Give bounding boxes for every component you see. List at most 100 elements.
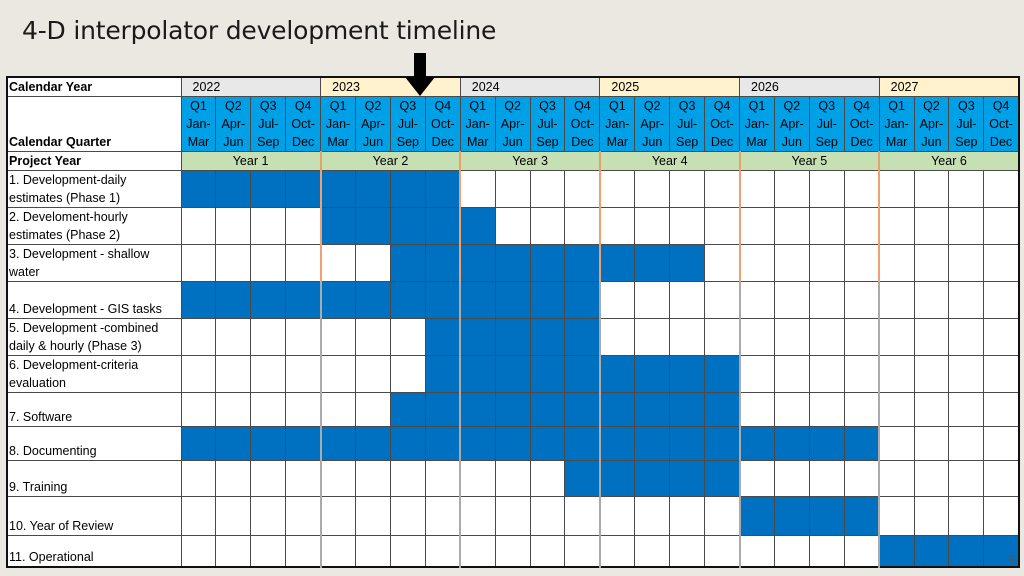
quarter-text: Q3 bbox=[958, 99, 975, 113]
task-bar-cell bbox=[564, 355, 601, 393]
quarter-text: Sep bbox=[815, 135, 838, 149]
task-bar-cell bbox=[494, 355, 531, 393]
quarter-text: Q4 bbox=[713, 99, 731, 113]
task-bar-cell bbox=[389, 426, 426, 461]
task-bar-cell bbox=[669, 392, 706, 427]
quarter-text: Q4 bbox=[853, 99, 871, 113]
task-bar-cell bbox=[424, 281, 461, 319]
empty-cell bbox=[773, 244, 810, 282]
empty-cell bbox=[285, 496, 322, 536]
project-year-cell: Year 3 bbox=[459, 151, 601, 171]
task-row: 6. Development-criteria evaluation bbox=[6, 355, 1020, 393]
task-row: 8. Documenting bbox=[6, 426, 1020, 461]
timeline-table: Calendar Year 2022 2023 2024 2025 2026 2027 Cal… bbox=[6, 76, 1020, 568]
task-bar-cell bbox=[773, 496, 810, 536]
task-label: 2. Develoment-hourly estimates (Phase 2) bbox=[6, 207, 182, 245]
task-bar-cell bbox=[634, 244, 671, 282]
empty-cell bbox=[738, 244, 775, 282]
quarter-text: Dec bbox=[571, 135, 594, 149]
empty-cell bbox=[634, 318, 671, 356]
quarter-text: Jun bbox=[223, 135, 244, 149]
project-year-cell: Year 2 bbox=[319, 151, 461, 171]
empty-cell bbox=[424, 496, 461, 536]
task-bar-cell bbox=[355, 426, 391, 461]
quarter-text: Mar bbox=[327, 135, 349, 149]
empty-cell bbox=[878, 281, 915, 319]
quarter-cell: Q2 Apr- Jun bbox=[773, 96, 810, 152]
empty-cell bbox=[948, 207, 985, 245]
empty-cell bbox=[983, 170, 1020, 208]
task-label: 9. Training bbox=[6, 460, 182, 497]
empty-cell bbox=[808, 535, 845, 568]
empty-cell bbox=[459, 460, 496, 497]
task-bar-cell bbox=[355, 207, 391, 245]
quarter-text: Jul- bbox=[816, 117, 837, 131]
task-bar-cell bbox=[669, 426, 706, 461]
task-bar-cell bbox=[389, 392, 426, 427]
empty-cell bbox=[738, 170, 775, 208]
empty-cell bbox=[808, 170, 845, 208]
year-cell: 2023 bbox=[320, 76, 461, 97]
task-bar-cell bbox=[564, 460, 601, 497]
quarter-text: Q4 bbox=[574, 99, 591, 113]
task-bar-cell bbox=[704, 355, 740, 393]
empty-cell bbox=[319, 244, 357, 282]
task-bar-cell bbox=[529, 426, 566, 461]
empty-cell bbox=[843, 355, 880, 393]
task-bar-cell bbox=[529, 355, 566, 393]
empty-cell bbox=[843, 170, 880, 208]
quarter-text: Jun bbox=[921, 135, 942, 149]
empty-cell bbox=[983, 207, 1020, 245]
task-bar-cell bbox=[704, 460, 740, 497]
task-bar-cell bbox=[564, 318, 601, 356]
quarter-text: Oct- bbox=[849, 117, 874, 131]
quarter-text: Dec bbox=[292, 135, 315, 149]
empty-cell bbox=[355, 496, 391, 536]
quarter-text: Mar bbox=[746, 135, 768, 149]
empty-cell bbox=[738, 392, 775, 427]
empty-cell bbox=[983, 281, 1020, 319]
empty-cell bbox=[319, 460, 357, 497]
quarter-text: Sep bbox=[955, 135, 978, 149]
empty-cell bbox=[215, 496, 252, 536]
task-label: 8. Documenting bbox=[6, 426, 182, 461]
task-bar-cell bbox=[494, 426, 531, 461]
empty-cell bbox=[494, 496, 531, 536]
down-arrow-icon bbox=[405, 53, 435, 96]
empty-cell bbox=[355, 460, 391, 497]
task-bar-cell bbox=[773, 426, 810, 461]
quarter-text: Oct- bbox=[989, 117, 1013, 131]
empty-cell bbox=[913, 244, 950, 282]
empty-cell bbox=[878, 207, 915, 245]
empty-cell bbox=[773, 392, 810, 427]
quarter-text: Jul- bbox=[677, 117, 698, 131]
quarter-text: Jun bbox=[781, 135, 802, 149]
quarter-text: Mar bbox=[885, 135, 908, 149]
quarter-text: Dec bbox=[431, 135, 454, 149]
empty-cell bbox=[285, 535, 322, 568]
empty-cell bbox=[669, 496, 706, 536]
quarter-text: Jan- bbox=[605, 117, 630, 131]
task-label: 6. Development-criteria evaluation bbox=[6, 355, 182, 393]
task-bar-cell bbox=[564, 392, 601, 427]
quarter-cell: Q1 Jan- Mar bbox=[599, 96, 636, 152]
empty-cell bbox=[738, 355, 775, 393]
empty-cell bbox=[319, 318, 357, 356]
empty-cell bbox=[634, 496, 671, 536]
empty-cell bbox=[529, 535, 566, 568]
task-label: 3. Development - shallow water bbox=[6, 244, 182, 282]
quarter-text: Sep bbox=[676, 135, 699, 149]
project-year-cell: Year 4 bbox=[598, 151, 740, 171]
quarter-cell: Q1 Jan- Mar bbox=[459, 96, 496, 152]
quarter-text: Q4 bbox=[294, 99, 312, 113]
quarter-cell: Q2 Apr- Jun bbox=[494, 96, 531, 152]
empty-cell bbox=[250, 355, 287, 393]
empty-cell bbox=[913, 426, 950, 461]
empty-cell bbox=[459, 535, 496, 568]
empty-cell bbox=[180, 535, 217, 568]
empty-cell bbox=[598, 318, 636, 356]
quarter-text: Jun bbox=[362, 135, 384, 149]
empty-cell bbox=[808, 244, 845, 282]
task-bar-cell bbox=[459, 355, 496, 393]
empty-cell bbox=[738, 318, 775, 356]
